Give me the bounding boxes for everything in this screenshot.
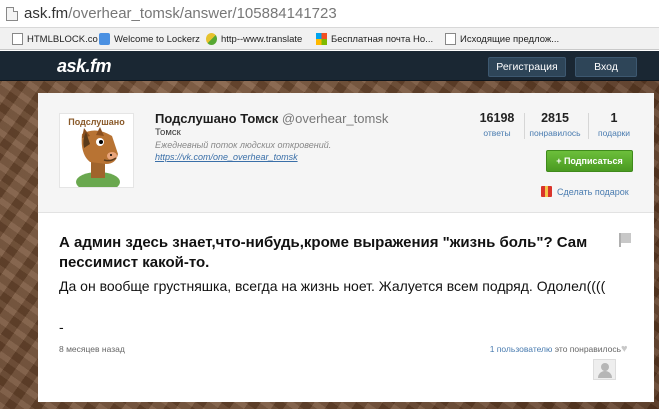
bookmark-outbox[interactable]: Исходящие предлож... — [445, 32, 559, 46]
lockerz-icon — [99, 33, 110, 45]
avatar[interactable]: Подслушано — [59, 113, 134, 188]
stat-divider — [588, 113, 589, 139]
make-gift-link[interactable]: Сделать подарок — [541, 186, 629, 197]
liker-avatar[interactable] — [593, 359, 616, 380]
login-button[interactable]: Вход — [575, 57, 637, 77]
page-icon — [445, 33, 456, 45]
stat-gifts[interactable]: 1 подарки — [591, 111, 637, 138]
stat-likes[interactable]: 2815 понравилось — [525, 111, 585, 138]
horse-avatar-icon — [76, 127, 120, 187]
register-button[interactable]: Регистрация — [488, 57, 566, 77]
windows-icon — [316, 33, 327, 45]
likes-summary: 1 пользователю это понравилось — [489, 344, 621, 354]
profile-name: Подслушано Томск @overhear_tomsk — [155, 111, 389, 126]
askfm-logo[interactable]: ask.fm — [57, 56, 112, 77]
profile-city: Томск — [155, 127, 181, 138]
time-ago[interactable]: 8 месяцев назад — [59, 344, 125, 354]
bookmark-lockerz[interactable]: Welcome to Lockerz — [99, 32, 200, 46]
yandex-icon — [206, 33, 217, 45]
subscribe-button[interactable]: + Подписаться — [546, 150, 633, 172]
gift-icon — [541, 186, 552, 197]
flag-icon[interactable] — [619, 233, 631, 247]
question-text: А админ здесь знает,что-нибудь,кроме выр… — [59, 234, 588, 271]
site-header: ask.fm Регистрация Вход — [0, 51, 659, 81]
answer-dash: - — [59, 319, 64, 335]
stat-answers[interactable]: 16198 ответы — [471, 111, 523, 138]
page-icon — [6, 7, 18, 21]
profile-card: Подслушано Подслушано Томск @overhear_to… — [38, 93, 654, 213]
page-icon — [12, 33, 23, 45]
url-text[interactable]: ask.fm/overhear_tomsk/answer/10588414172… — [24, 5, 337, 22]
answer-text: Да он вообще грустняшка, всегда на жизнь… — [59, 278, 606, 294]
profile-username: @overhear_tomsk — [281, 111, 389, 126]
bookmarks-bar: HTMLBLOCK.co Welcome to Lockerz http--ww… — [0, 28, 659, 50]
bookmark-htmlblock[interactable]: HTMLBLOCK.co — [12, 32, 98, 46]
address-bar[interactable]: ask.fm/overhear_tomsk/answer/10588414172… — [0, 0, 659, 28]
answer-card: А админ здесь знает,что-нибудь,кроме выр… — [38, 213, 654, 402]
bookmark-mail[interactable]: Бесплатная почта Ho... — [316, 32, 433, 46]
profile-bio: Ежедневный поток людских откровений. — [155, 140, 332, 150]
likers-link[interactable]: 1 пользователю — [490, 344, 553, 354]
like-heart-icon[interactable]: ♥ — [621, 343, 628, 355]
bookmark-translate[interactable]: http--www.translate — [206, 32, 302, 46]
profile-link[interactable]: https://vk.com/one_overhear_tomsk — [155, 152, 298, 162]
